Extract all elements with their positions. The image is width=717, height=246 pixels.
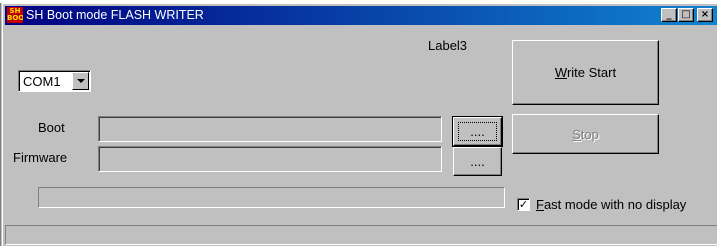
boot-label: Boot	[38, 120, 65, 135]
focus-rect	[458, 122, 497, 141]
title-bar[interactable]: SH BOOT SH Boot mode FLASH WRITER _ □ ×	[5, 6, 717, 25]
firmware-browse-button[interactable]: ....	[453, 147, 502, 176]
firmware-label: Firmware	[13, 150, 68, 165]
com-port-select[interactable]: COM1	[18, 70, 91, 92]
progress-bar	[38, 187, 505, 208]
window-title: SH Boot mode FLASH WRITER	[26, 8, 204, 22]
boot-browse-button[interactable]: ....	[452, 116, 503, 147]
firmware-browse-label: ....	[470, 154, 485, 169]
stop-label: Stop	[572, 126, 599, 142]
firmware-file-field[interactable]	[98, 146, 442, 172]
stop-button[interactable]: Stop	[512, 114, 659, 154]
chevron-down-icon[interactable]	[72, 72, 89, 90]
fast-mode-label[interactable]: Fast mode with no display	[536, 197, 686, 212]
label3-text: Label3	[428, 38, 468, 53]
status-bar	[5, 225, 717, 245]
maximize-button[interactable]: □	[678, 8, 694, 22]
minimize-button[interactable]: _	[661, 8, 677, 22]
app-icon[interactable]: SH BOOT	[7, 7, 23, 23]
app-window: SH BOOT SH Boot mode FLASH WRITER _ □ × …	[2, 3, 717, 246]
write-start-label: Write Start	[554, 65, 617, 80]
write-start-button[interactable]: Write Start	[512, 40, 659, 105]
fast-mode-checkbox[interactable]: ✓	[517, 198, 530, 211]
com-port-value: COM1	[23, 74, 61, 89]
boot-file-field[interactable]	[98, 116, 442, 142]
close-button[interactable]: ×	[697, 8, 713, 22]
